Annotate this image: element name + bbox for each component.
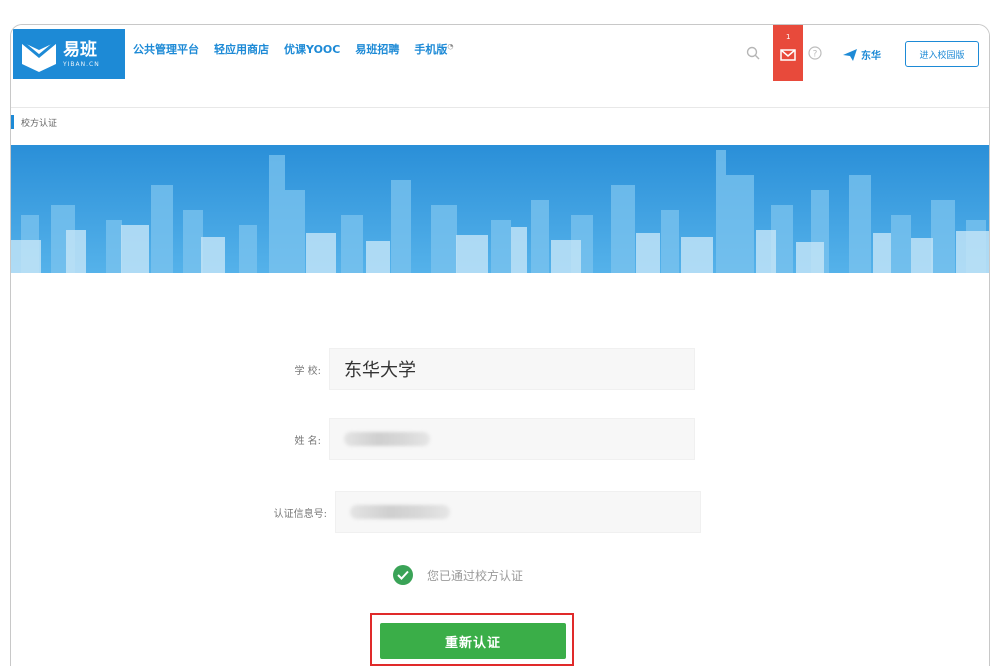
user-name: 东华 <box>861 51 881 62</box>
school-field: 东华大学 <box>329 348 695 390</box>
svg-text:?: ? <box>813 50 818 60</box>
breadcrumb: 校方认证 <box>11 107 989 139</box>
city-skyline-banner <box>11 145 989 273</box>
nav-item-recruitment[interactable]: 易班招聘 <box>355 41 399 57</box>
yiban-logo-icon <box>21 40 57 72</box>
check-circle-icon <box>393 565 413 585</box>
paper-plane-icon <box>843 48 857 61</box>
wifi-icon: ◔ <box>447 42 454 51</box>
nav-item-mobile-label: 手机版 <box>414 43 448 56</box>
logo-text: 易班 <box>63 39 97 60</box>
breadcrumb-marker <box>11 115 14 129</box>
nav-item-yooc[interactable]: 优课YOOC <box>284 41 340 57</box>
nav-item-public-management[interactable]: 公共管理平台 <box>133 41 199 57</box>
breadcrumb-label: 校方认证 <box>21 119 58 129</box>
reauthenticate-button[interactable]: 重新认证 <box>380 623 566 659</box>
yiban-logo[interactable]: 易班 YIBAN.CN <box>13 29 125 79</box>
browser-frame: 易班 YIBAN.CN 公共管理平台 轻应用商店 优课YOOC 易班招聘 手机版… <box>10 24 990 666</box>
mail-button[interactable]: 1 <box>773 25 803 81</box>
school-label: 学 校: <box>294 365 321 377</box>
nav-item-mobile[interactable]: 手机版◔ <box>414 41 453 57</box>
mail-badge: 1 <box>786 33 791 41</box>
school-value: 东华大学 <box>344 360 416 381</box>
nav-item-app-store[interactable]: 轻应用商店 <box>214 41 269 57</box>
id-label: 认证信息号: <box>273 508 327 520</box>
id-value-redacted <box>350 505 450 519</box>
name-row: 姓 名: <box>241 418 695 460</box>
main-nav: 公共管理平台 轻应用商店 优课YOOC 易班招聘 手机版◔ <box>133 41 453 57</box>
mail-icon <box>780 49 796 61</box>
school-row: 学 校: 东华大学 <box>241 348 695 390</box>
user-menu[interactable]: 东华 <box>843 47 881 62</box>
logo-subtext: YIBAN.CN <box>63 60 100 68</box>
name-field <box>329 418 695 460</box>
enter-campus-button[interactable]: 进入校园版 <box>905 41 979 67</box>
id-field <box>335 491 701 533</box>
id-row: 认证信息号: <box>241 491 701 533</box>
verification-status: 您已通过校方认证 <box>393 565 523 585</box>
help-icon[interactable]: ? <box>808 46 822 60</box>
verification-status-text: 您已通过校方认证 <box>427 568 524 583</box>
search-icon[interactable] <box>746 46 760 60</box>
top-navigation-bar: 易班 YIBAN.CN 公共管理平台 轻应用商店 优课YOOC 易班招聘 手机版… <box>11 25 989 108</box>
reauth-highlight-box: 重新认证 <box>370 613 574 666</box>
name-value-redacted <box>344 432 430 446</box>
name-label: 姓 名: <box>294 435 321 447</box>
